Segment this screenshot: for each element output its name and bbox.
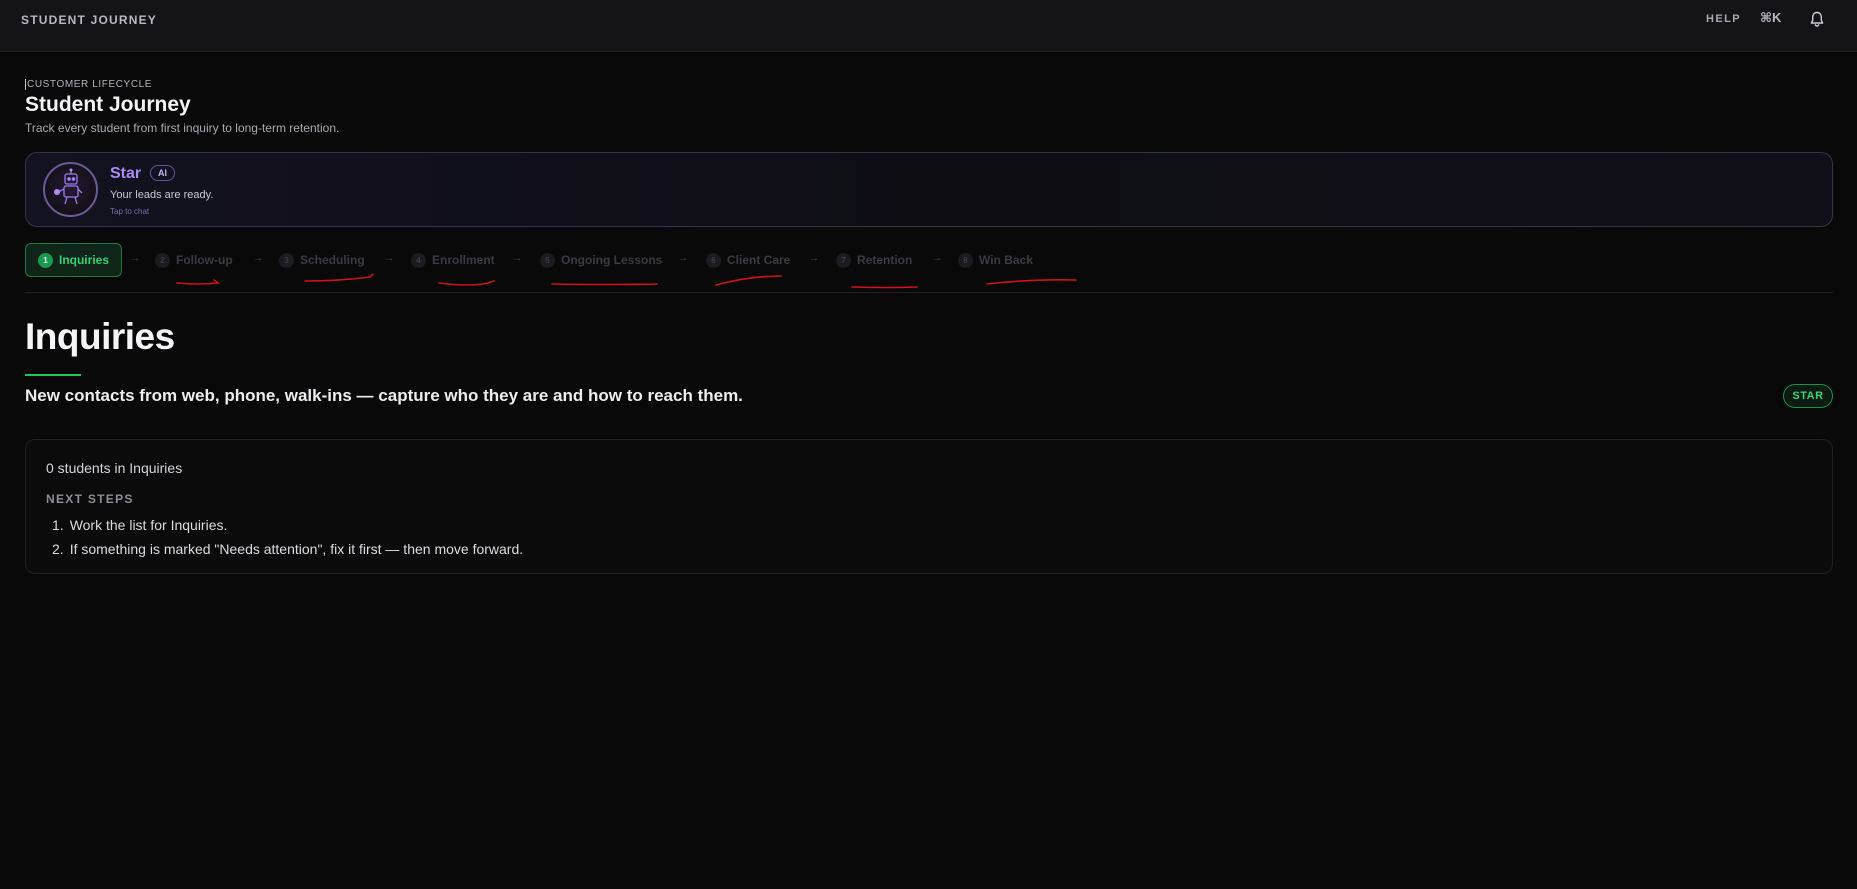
assistant-name: Star <box>110 165 142 182</box>
list-item: 2. If something is marked "Needs attenti… <box>52 537 523 561</box>
step-number: 6 <box>706 252 721 268</box>
annotation-stroke <box>176 279 221 285</box>
step-number: 2 <box>155 252 170 268</box>
step-win-back[interactable]: 8 Win Back <box>958 243 1033 277</box>
step-number: 1 <box>38 252 53 268</box>
arrow-right-icon: → <box>253 253 263 264</box>
top-bar: STUDENT JOURNEY HELP ⌘K <box>0 0 1857 52</box>
next-steps-label: NEXT STEPS <box>46 492 134 506</box>
tap-to-chat-hint: Tap to chat <box>110 207 150 216</box>
step-scheduling[interactable]: 3 Scheduling <box>279 243 365 277</box>
section-title: Inquiries <box>25 316 175 357</box>
step-label: Client Care <box>727 253 791 267</box>
annotation-stroke <box>715 275 782 286</box>
star-button[interactable]: STAR <box>1783 384 1833 408</box>
step-number: 8 <box>958 252 973 268</box>
step-ongoing-lessons[interactable]: 5 Ongoing Lessons <box>540 243 662 277</box>
journey-stepper: 1 Inquiries → 2 Follow-up → 3 Scheduling… <box>25 243 1225 277</box>
step-number: 3 <box>279 252 294 268</box>
list-item-number: 2. <box>52 541 64 557</box>
arrow-right-icon: → <box>678 253 688 264</box>
arrow-right-icon: → <box>130 253 140 264</box>
command-palette-shortcut[interactable]: ⌘K <box>1760 10 1781 26</box>
section-title-underline <box>25 374 81 376</box>
annotation-stroke <box>438 280 495 286</box>
app-title: STUDENT JOURNEY <box>21 13 158 27</box>
step-number: 7 <box>836 252 851 268</box>
step-number: 4 <box>411 252 426 268</box>
list-item-text: If something is marked "Needs attention"… <box>69 541 524 557</box>
student-count: 0 students in Inquiries <box>46 460 183 476</box>
bell-icon[interactable] <box>1804 4 1830 34</box>
annotation-stroke <box>986 279 1077 285</box>
step-retention[interactable]: 7 Retention <box>836 243 912 277</box>
step-number: 5 <box>540 252 555 268</box>
next-steps-list: 1. Work the list for Inquiries. 2. If so… <box>52 513 523 561</box>
assistant-message: Your leads are ready. <box>110 189 214 201</box>
step-label: Follow-up <box>176 253 233 267</box>
annotation-stroke <box>551 283 658 286</box>
stage-panel: 0 students in Inquiries NEXT STEPS 1. Wo… <box>25 439 1833 574</box>
step-label: Win Back <box>979 253 1033 267</box>
page-eyebrow: CUSTOMER LIFECYCLE <box>25 79 153 90</box>
step-label: Inquiries <box>58 253 109 267</box>
step-label: Ongoing Lessons <box>561 253 663 267</box>
section-description: New contacts from web, phone, walk-ins —… <box>25 386 743 405</box>
list-item-text: Work the list for Inquiries. <box>69 517 228 533</box>
robot-avatar-icon <box>43 162 98 217</box>
step-enrollment[interactable]: 4 Enrollment <box>411 243 495 277</box>
arrow-right-icon: → <box>512 253 522 264</box>
annotation-stroke <box>851 286 918 289</box>
divider <box>25 292 1833 293</box>
step-client-care[interactable]: 6 Client Care <box>706 243 790 277</box>
arrow-right-icon: → <box>932 253 942 264</box>
page-title: Student Journey <box>25 93 191 116</box>
step-label: Retention <box>857 253 913 267</box>
ai-badge: AI <box>150 165 175 181</box>
arrow-right-icon: → <box>384 253 394 264</box>
step-label: Scheduling <box>300 253 365 267</box>
help-link[interactable]: HELP <box>1706 13 1741 25</box>
step-follow-up[interactable]: 2 Follow-up <box>155 243 233 277</box>
list-item-number: 1. <box>52 517 64 533</box>
step-label: Enrollment <box>432 253 495 267</box>
assistant-card[interactable]: Star AI Your leads are ready. Tap to cha… <box>25 152 1833 227</box>
arrow-right-icon: → <box>809 253 819 264</box>
list-item: 1. Work the list for Inquiries. <box>52 513 523 537</box>
step-inquiries[interactable]: 1 Inquiries <box>25 243 122 277</box>
page-subtitle: Track every student from first inquiry t… <box>25 121 340 135</box>
